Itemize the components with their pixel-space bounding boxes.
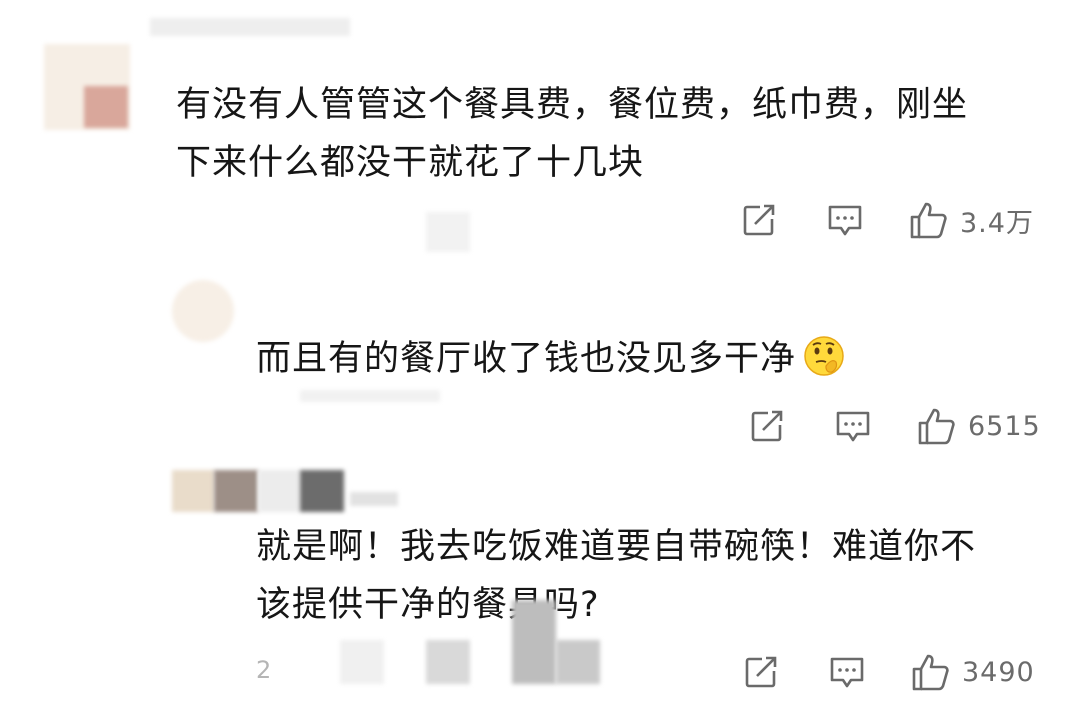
reply-button[interactable] (834, 404, 872, 448)
comment-actions: 3.4万 (0, 198, 1080, 242)
share-icon (751, 410, 783, 442)
comment-actions: 3490 (0, 650, 1080, 694)
like-count: 3490 (962, 656, 1035, 688)
comment-icon (836, 411, 870, 442)
share-button[interactable] (748, 404, 786, 448)
like-button[interactable]: 6515 (916, 404, 1041, 448)
comment-text: 而且有的餐厅收了钱也没见多干净 (256, 330, 1056, 388)
comment-line: 而且有的餐厅收了钱也没见多干净 (256, 339, 797, 379)
avatar-blurred[interactable] (172, 470, 344, 512)
comment-icon (828, 205, 862, 236)
reply-button[interactable] (826, 198, 864, 242)
share-icon (745, 656, 777, 688)
comment-line: 有没有人管管这个餐具费，餐位费，纸巾费，刚坐 (176, 85, 969, 125)
comment-icon (830, 657, 864, 688)
thinking-emoji-icon (804, 336, 844, 376)
thumbs-up-icon (912, 654, 949, 691)
comment-actions: 6515 (0, 404, 1080, 448)
like-button[interactable]: 3.4万 (908, 198, 1034, 242)
thumbs-up-icon (910, 202, 947, 239)
comment-thread: 有没有人管管这个餐具费，餐位费，纸巾费，刚坐 下来什么都没干就花了十几块 3.4… (0, 0, 1080, 723)
share-icon (743, 204, 775, 236)
like-count: 6515 (968, 410, 1041, 442)
thumbs-up-icon (918, 408, 955, 445)
username-blurred[interactable] (300, 390, 440, 402)
comment-line: 就是啊！我去吃饭难道要自带碗筷！难道你不 (256, 527, 977, 567)
avatar[interactable] (44, 44, 130, 130)
like-button[interactable]: 3490 (910, 650, 1035, 694)
share-button[interactable] (740, 198, 778, 242)
avatar[interactable] (172, 280, 234, 342)
like-count: 3.4万 (960, 207, 1034, 239)
comment-line: 下来什么都没干就花了十几块 (176, 143, 645, 183)
username-blurred[interactable] (350, 492, 398, 506)
username-blurred[interactable] (150, 18, 350, 36)
share-button[interactable] (742, 650, 780, 694)
comment-text: 有没有人管管这个餐具费，餐位费，纸巾费，刚坐 下来什么都没干就花了十几块 (176, 76, 1056, 192)
reply-button[interactable] (828, 650, 866, 694)
